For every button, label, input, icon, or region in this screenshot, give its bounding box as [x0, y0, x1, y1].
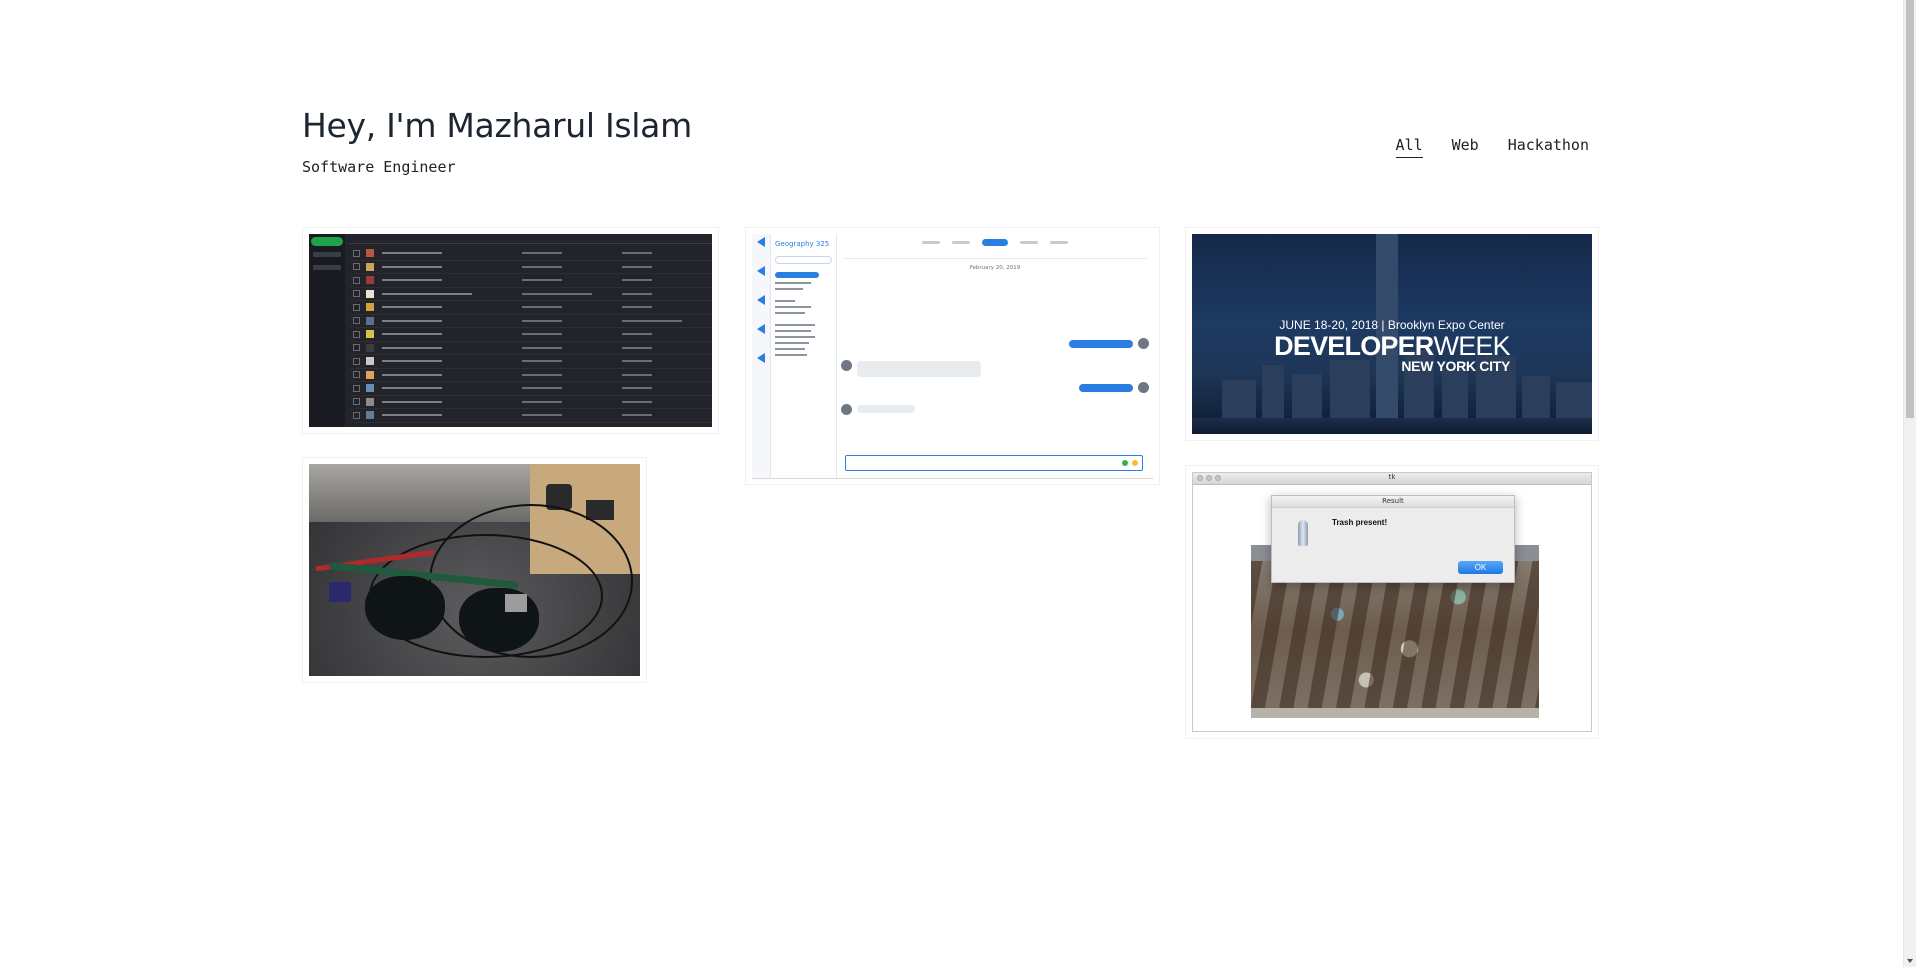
page-title: Hey, I'm Mazharul Islam — [302, 106, 692, 145]
page-scrollbar[interactable] — [1903, 0, 1916, 967]
table-row — [349, 355, 712, 369]
message-bubble — [857, 361, 981, 377]
table-row — [349, 328, 712, 342]
project-thumbnail — [309, 234, 712, 427]
avatar — [1138, 382, 1149, 393]
window-title: tk — [1388, 473, 1396, 481]
filter-web[interactable]: Web — [1452, 136, 1479, 158]
search-field-graphic — [775, 256, 832, 264]
message-input-graphic — [845, 455, 1143, 471]
page: Hey, I'm Mazharul Islam Software Enginee… — [0, 0, 1916, 967]
project-card-chat-app[interactable]: Geography 325 February 20, 2019 — [745, 227, 1160, 485]
logo-icon — [757, 295, 765, 305]
table-row — [349, 396, 712, 409]
message-bubble — [857, 405, 915, 413]
scroll-down-arrow-icon[interactable] — [1907, 959, 1913, 963]
dialog-message: Trash present! — [1332, 518, 1388, 527]
table-row — [349, 247, 712, 261]
avatar — [1138, 338, 1149, 349]
lens-graphic — [459, 588, 539, 652]
table-row — [349, 342, 712, 355]
filter-nav: All Web Hackathon — [1395, 136, 1589, 158]
filter-hackathon[interactable]: Hackathon — [1508, 136, 1589, 158]
project-thumbnail: JUNE 18-20, 2018 | Brooklyn Expo Center … — [1192, 234, 1592, 434]
avatar — [841, 404, 852, 415]
table-row — [349, 261, 712, 274]
avatar — [841, 360, 852, 371]
tab-bar-graphic — [837, 234, 1153, 250]
project-card-developer-week[interactable]: JUNE 18-20, 2018 | Brooklyn Expo Center … — [1185, 227, 1599, 441]
logo-icon — [757, 324, 765, 334]
active-channel-graphic — [775, 272, 819, 278]
sidebar-item-graphic — [313, 252, 341, 257]
event-date: JUNE 18-20, 2018 | Brooklyn Expo Center — [1279, 318, 1505, 332]
track-table-graphic — [345, 234, 712, 427]
message-pane: February 20, 2019 — [837, 234, 1153, 478]
table-row — [349, 288, 712, 301]
project-card-trash-detector[interactable]: tk Result Trash present! OK — [1185, 465, 1599, 739]
table-header-graphic — [349, 236, 712, 244]
date-divider: February 20, 2019 — [969, 265, 1021, 271]
rocket-icon — [1298, 520, 1308, 546]
message-bubble — [1069, 340, 1133, 348]
lens-graphic — [365, 576, 445, 640]
project-thumbnail: Geography 325 February 20, 2019 — [752, 234, 1153, 479]
workspace-rail — [752, 234, 771, 478]
result-dialog: Result Trash present! OK — [1271, 495, 1515, 583]
table-row — [349, 382, 712, 396]
logo-icon — [757, 353, 765, 363]
ok-button: OK — [1458, 561, 1503, 574]
table-row — [349, 369, 712, 382]
table-row — [349, 301, 712, 315]
app-sidebar — [309, 234, 345, 427]
table-row — [349, 409, 712, 423]
filter-all[interactable]: All — [1395, 136, 1423, 158]
scrollbar-thumb[interactable] — [1906, 0, 1914, 418]
channel-list: Geography 325 — [771, 234, 837, 478]
project-card-music-player[interactable] — [302, 227, 719, 434]
project-thumbnail — [309, 464, 640, 676]
table-row — [349, 274, 712, 288]
dialog-title: Result — [1272, 496, 1514, 508]
project-card-smart-glasses[interactable] — [302, 457, 647, 683]
window-titlebar: tk — [1193, 473, 1591, 485]
logo-icon — [757, 266, 765, 276]
workspace-name: Geography 325 — [775, 240, 830, 248]
event-name: DEVELOPERWEEK — [1274, 331, 1510, 361]
camera-module-graphic — [505, 594, 527, 612]
new-button-graphic — [311, 237, 343, 246]
page-subtitle: Software Engineer — [302, 158, 456, 176]
table-row — [349, 315, 712, 328]
message-bubble — [1079, 384, 1133, 392]
sidebar-item-graphic — [313, 265, 341, 270]
event-city: NEW YORK CITY — [1401, 358, 1510, 374]
project-thumbnail: tk Result Trash present! OK — [1192, 472, 1592, 732]
logo-icon — [757, 237, 765, 247]
